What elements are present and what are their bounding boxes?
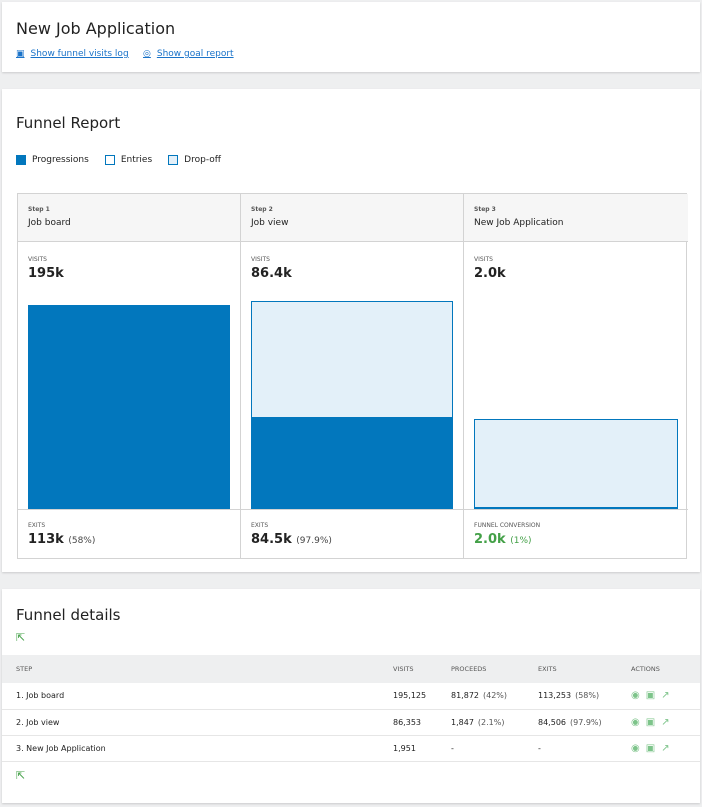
step-cell: 3. New Job Application [2,735,393,762]
trend-icon[interactable]: ↗ [661,717,669,728]
section-title: Funnel details [16,606,121,624]
export-icon[interactable]: ⇱ [16,631,25,644]
export-icon[interactable]: ⇱ [16,769,25,782]
funnel-step-2: Step 2 Job view VISITS 86.4k EXITS 84.5k (9… [241,194,464,558]
eye-icon[interactable]: ◉ [631,690,640,701]
trend-icon[interactable]: ↗ [661,743,669,754]
legend-entries: Entries [104,155,152,165]
eye-icon[interactable]: ◉ [631,717,640,728]
funnel-details-card: Funnel details ⇱ STEP VISITS PROCEEDS EXITS… [2,589,700,803]
exits-cell: 113,253 (58%) [538,683,631,710]
table-row: 3. New Job Application 1,951 - - ◉ ▣ ↗ [2,735,700,762]
show-funnel-visits-log-link[interactable]: ▣ Show funnel visits log [16,49,129,59]
funnel-step-1: Step 1 Job board VISITS 195k EXITS 113k (58… [18,194,241,558]
legend-dropoff: Drop-off [168,155,221,165]
funnel-step-3: Step 3 New Job Application VISITS 2.0k FUN… [464,194,688,558]
progression-bar [251,417,453,509]
eye-icon[interactable]: ◉ [631,743,640,754]
proceeds-cell: 81,872 (42%) [451,683,538,710]
step-cell: 2. Job view [2,709,393,736]
progression-bar [28,305,230,509]
visits-cell: 195,125 [393,683,451,710]
visits-log-icon: ▣ [16,49,25,59]
header-card: New Job Application ▣ Show funnel visits … [2,2,700,72]
section-title: Funnel Report [16,114,121,132]
goal-icon: ◎ [143,49,151,59]
visits-log-icon[interactable]: ▣ [646,717,655,728]
step-cell: 1. Job board [2,683,393,710]
proceeds-cell: - [451,735,538,762]
legend-progressions: Progressions [16,155,89,165]
actions-cell: ◉ ▣ ↗ [631,683,700,710]
table-row: 2. Job view 86,353 1,847 (2.1%) 84,506 (97… [2,709,700,736]
visits-log-icon[interactable]: ▣ [646,690,655,701]
trend-icon[interactable]: ↗ [661,690,669,701]
actions-cell: ◉ ▣ ↗ [631,709,700,736]
funnel-details-table: STEP VISITS PROCEEDS EXITS ACTIONS 1. Job bo… [2,655,700,762]
page-title: New Job Application [16,19,176,38]
funnel-report-card: Funnel Report Progressions Entries Drop-… [2,89,700,572]
actions-cell: ◉ ▣ ↗ [631,735,700,762]
table-row: 1. Job board 195,125 81,872 (42%) 113,253… [2,683,700,710]
proceeds-cell: 1,847 (2.1%) [451,709,538,736]
dropoff-bar [474,419,678,509]
visits-cell: 1,951 [393,735,451,762]
exits-cell: - [538,735,631,762]
legend: Progressions Entries Drop-off [16,155,221,165]
exits-cell: 84,506 (97.9%) [538,709,631,736]
funnel-chart: Step 1 Job board VISITS 195k EXITS 113k (58… [17,193,688,559]
visits-log-icon[interactable]: ▣ [646,743,655,754]
show-goal-report-link[interactable]: ◎ Show goal report [143,49,234,59]
visits-cell: 86,353 [393,709,451,736]
